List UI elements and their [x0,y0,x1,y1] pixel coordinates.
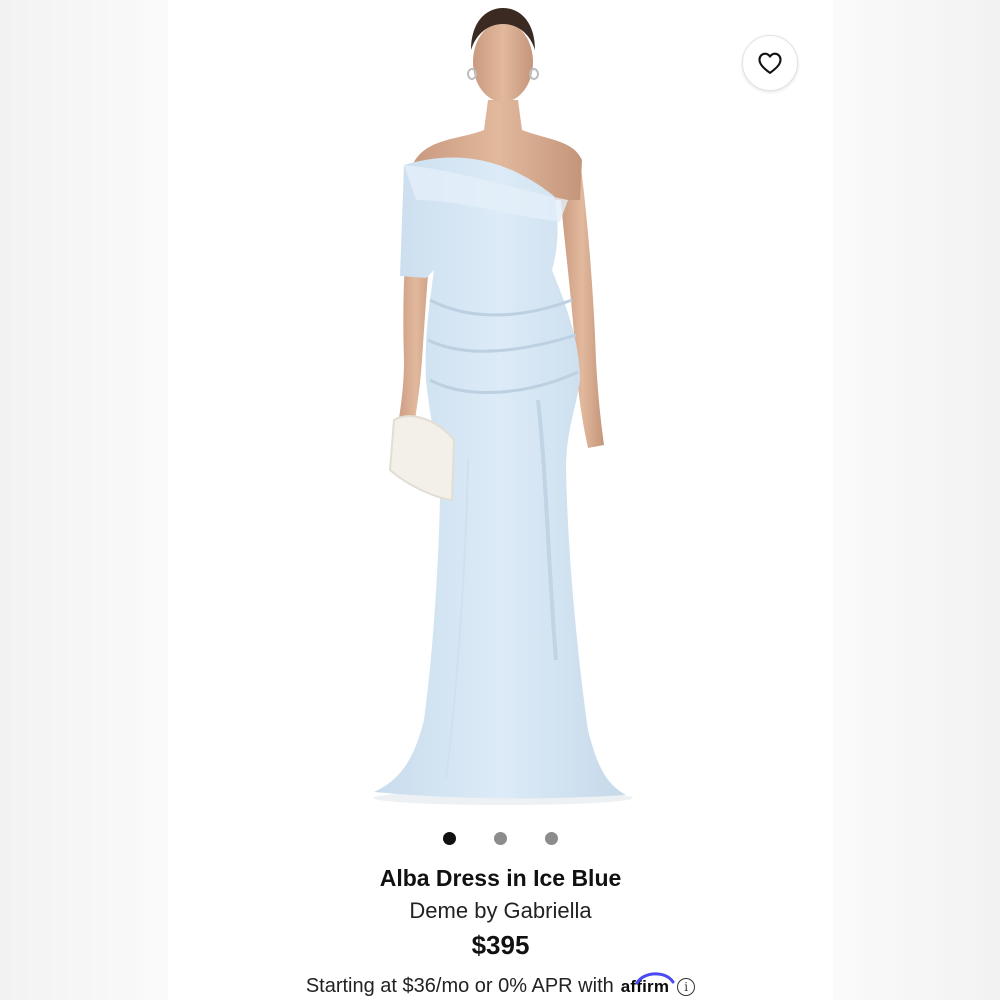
gallery-pagination [168,832,833,845]
favorite-button[interactable] [742,35,798,91]
gallery-dot-2[interactable] [494,832,507,845]
heart-outline-icon [758,52,782,74]
gallery-dot-1[interactable] [443,832,456,845]
affirm-arc-icon [635,971,675,984]
info-icon[interactable]: i [677,977,696,996]
product-image[interactable] [168,0,833,815]
product-title: Alba Dress in Ice Blue [379,865,622,891]
affirm-logo: affirm [621,971,675,997]
gallery-dot-3[interactable] [545,832,558,845]
product-price: $395 [471,930,530,960]
product-card: Alba Dress in Ice Blue Deme by Gabriella… [168,0,833,1000]
product-brand[interactable]: Deme by Gabriella [168,898,833,924]
financing-text: Starting at $36/mo or 0% APR with [305,975,614,997]
financing-line: Starting at $36/mo or 0% APR with affirm… [168,971,833,998]
